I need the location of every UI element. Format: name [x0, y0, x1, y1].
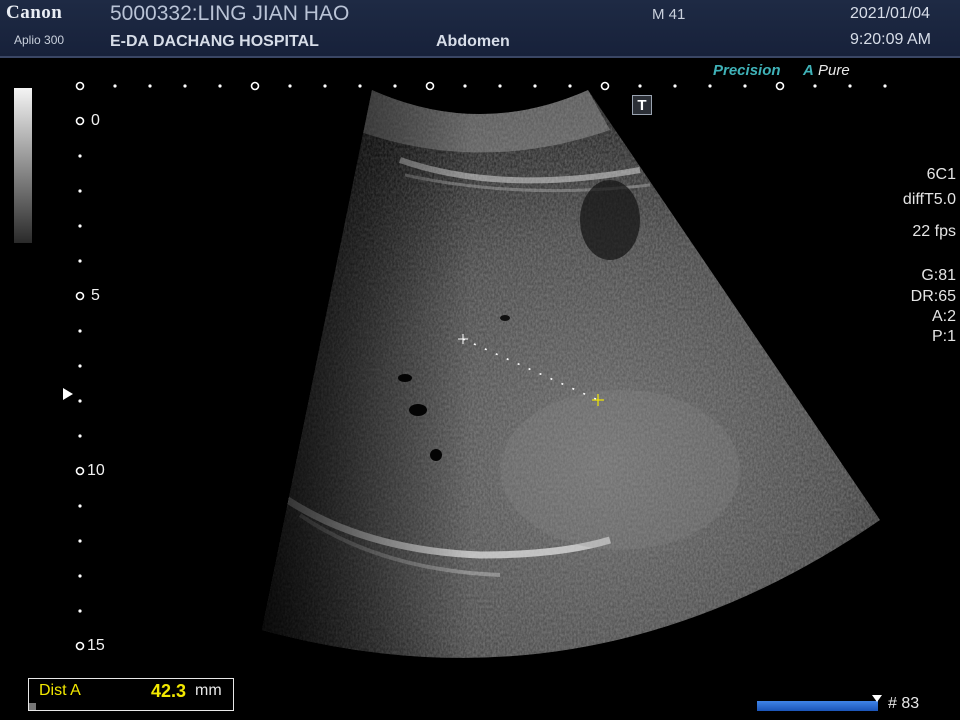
a-value: A:2 — [931, 308, 956, 325]
frame-rate: 22 fps — [912, 223, 956, 240]
text-annotation-button[interactable]: T — [632, 95, 652, 115]
lateral-scale — [75, 81, 785, 91]
measurement-result-box: Dist A 42.3 mm — [28, 678, 234, 711]
preset-name: diffT5.0 — [902, 191, 956, 208]
dynamic-range-value: DR:65 — [910, 288, 956, 305]
measurement-unit: mm — [195, 682, 222, 699]
measurement-corner-mark — [29, 703, 36, 710]
depth-label-0: 0 — [91, 112, 100, 129]
p-value: P:1 — [931, 328, 956, 345]
depth-label-5: 5 — [91, 287, 100, 304]
frame-number: # 83 — [888, 695, 920, 712]
measurement-label: Dist A — [39, 682, 81, 699]
ultrasound-image — [75, 81, 887, 658]
gain-value: G:81 — [921, 267, 956, 284]
focus-marker-icon[interactable] — [63, 388, 73, 400]
depth-scale — [75, 116, 85, 651]
depth-label-15: 15 — [87, 637, 105, 654]
cine-position-marker-icon[interactable] — [872, 695, 882, 702]
probe-name: 6C1 — [926, 166, 956, 183]
measurement-value: 42.3 — [151, 681, 187, 701]
cine-progress-bar[interactable] — [757, 701, 878, 711]
depth-label-10: 10 — [87, 462, 105, 479]
